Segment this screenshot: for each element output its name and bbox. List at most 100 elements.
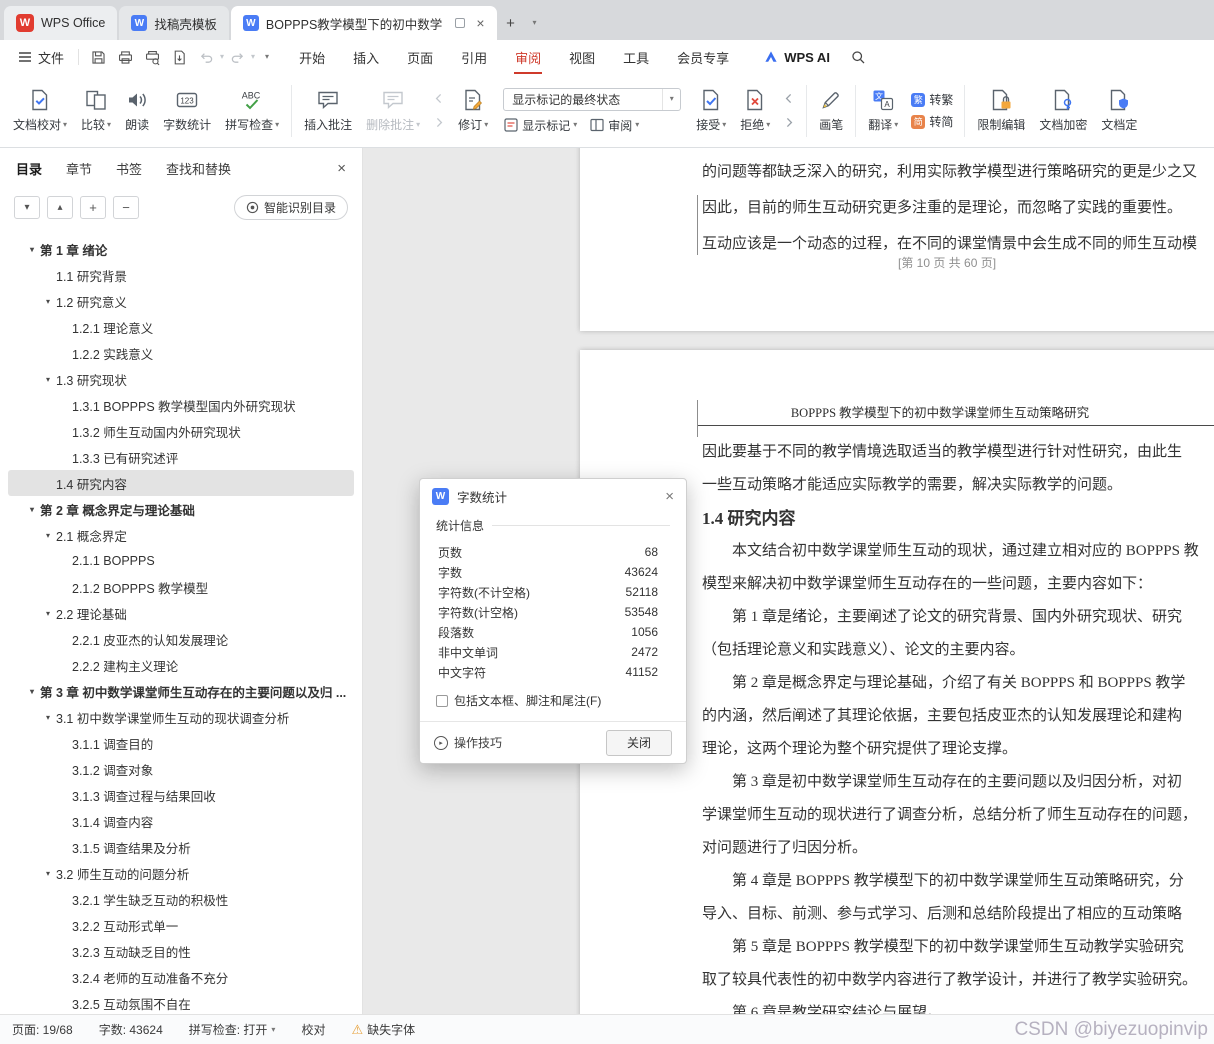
spell-check-button[interactable]: ABC 拼写检查 ▾ bbox=[218, 83, 286, 138]
more-commands-icon[interactable]: ▾ bbox=[265, 53, 269, 61]
export-pdf-button[interactable] bbox=[166, 45, 193, 69]
expand-all-button[interactable]: ▾ bbox=[14, 195, 40, 219]
sidebar-close-icon[interactable]: × bbox=[337, 160, 346, 177]
toc-item[interactable]: ▾ 3.1.3 调查过程与结果回收 bbox=[8, 782, 354, 808]
show-markup-button[interactable]: 显示标记 ▾ bbox=[503, 117, 577, 134]
read-aloud-button[interactable]: 朗读 bbox=[118, 83, 156, 138]
toc-item[interactable]: ▾ 1.1 研究背景 bbox=[8, 262, 354, 288]
tab-wps-home[interactable]: W WPS Office bbox=[4, 6, 118, 40]
encrypt-button[interactable]: 文档加密 bbox=[1032, 83, 1094, 138]
undo-button[interactable] bbox=[193, 45, 220, 69]
menu-tab[interactable]: 视图 bbox=[555, 40, 609, 74]
tab-current-doc[interactable]: W BOPPPS教学模型下的初中数学 × bbox=[230, 6, 497, 40]
toc-collapse-arrow-icon[interactable]: ▾ bbox=[40, 531, 56, 540]
menu-tab[interactable]: 审阅 bbox=[501, 40, 555, 74]
toc-collapse-arrow-icon[interactable]: ▾ bbox=[40, 869, 56, 878]
toc-item[interactable]: ▾ 1.3.3 已有研究述评 bbox=[8, 444, 354, 470]
missing-font-warning[interactable]: ⚠ 缺失字体 bbox=[351, 1021, 415, 1038]
toc-item[interactable]: ▾ 1.3.2 师生互动国内外研究现状 bbox=[8, 418, 354, 444]
file-menu-button[interactable]: 文件 bbox=[10, 48, 72, 67]
redo-dropdown-icon[interactable]: ▾ bbox=[251, 53, 255, 61]
page-indicator[interactable]: 页面: 19/68 bbox=[12, 1021, 73, 1038]
toc-item[interactable]: ▾ 2.1 概念界定 bbox=[8, 522, 354, 548]
reject-button[interactable]: 拒绝 ▾ bbox=[733, 83, 777, 138]
sidebar-tab[interactable]: 章节 bbox=[66, 159, 92, 178]
toc-item[interactable]: ▾ 1.2.1 理论意义 bbox=[8, 314, 354, 340]
next-change-button[interactable] bbox=[780, 115, 798, 130]
toc-collapse-arrow-icon[interactable]: ▾ bbox=[40, 375, 56, 384]
menu-tab[interactable]: 开始 bbox=[285, 40, 339, 74]
close-button[interactable]: 关闭 bbox=[606, 729, 672, 756]
to-traditional-button[interactable]: 繁 转繁 bbox=[911, 91, 953, 108]
menu-tab[interactable]: 会员专享 bbox=[663, 40, 743, 74]
spellcheck-toggle[interactable]: 拼写检查: 打开 ▾ bbox=[189, 1021, 276, 1038]
doc-custom-button[interactable]: 文档定 bbox=[1094, 83, 1144, 138]
tab-close-icon[interactable]: × bbox=[476, 16, 484, 30]
toc-item[interactable]: ▾ 2.2.1 皮亚杰的认知发展理论 bbox=[8, 626, 354, 652]
save-button[interactable] bbox=[85, 45, 112, 69]
sidebar-tab[interactable]: 查找和替换 bbox=[166, 159, 231, 178]
next-comment-button[interactable] bbox=[430, 115, 448, 130]
markup-state-select[interactable]: 显示标记的最终状态 ▾ bbox=[503, 87, 682, 111]
proofread-button[interactable]: 文档校对 ▾ bbox=[6, 83, 74, 138]
menu-tab[interactable]: 页面 bbox=[393, 40, 447, 74]
toc-collapse-arrow-icon[interactable]: ▾ bbox=[40, 297, 56, 306]
dialog-close-icon[interactable]: × bbox=[665, 488, 674, 505]
redo-button[interactable] bbox=[224, 45, 251, 69]
toc-collapse-arrow-icon[interactable]: ▾ bbox=[40, 713, 56, 722]
search-button[interactable] bbox=[846, 45, 872, 69]
translate-button[interactable]: 文A 翻译 ▾ bbox=[861, 83, 905, 138]
toc-item[interactable]: ▾ 3.1.5 调查结果及分析 bbox=[8, 834, 354, 860]
toc-item[interactable]: ▾ 3.1.4 调查内容 bbox=[8, 808, 354, 834]
toc-item[interactable]: ▾ 3.2 师生互动的问题分析 bbox=[8, 860, 354, 886]
toc-item[interactable]: ▾ 第 3 章 初中数学课堂师生互动存在的主要问题以及归 ... bbox=[8, 678, 354, 704]
tab-pin-icon[interactable] bbox=[455, 18, 466, 28]
proofread-status-button[interactable]: 校对 bbox=[301, 1021, 325, 1038]
increase-level-button[interactable]: + bbox=[80, 195, 106, 219]
toc-item[interactable]: ▾ 2.1.2 BOPPPS 教学模型 bbox=[8, 574, 354, 600]
toc-item[interactable]: ▾ 1.2.2 实践意义 bbox=[8, 340, 354, 366]
compare-button[interactable]: 比较 ▾ bbox=[74, 83, 118, 138]
review-pane-button[interactable]: 审阅 ▾ bbox=[589, 117, 639, 134]
sidebar-tab[interactable]: 书签 bbox=[116, 159, 142, 178]
restrict-edit-button[interactable]: 限制编辑 bbox=[970, 83, 1032, 138]
toc-collapse-arrow-icon[interactable]: ▾ bbox=[24, 687, 40, 696]
collapse-all-button[interactable]: ▴ bbox=[47, 195, 73, 219]
toc-item[interactable]: ▾ 3.2.2 互动形式单一 bbox=[8, 912, 354, 938]
toc-item[interactable]: ▾ 3.2.5 互动氛围不自在 bbox=[8, 990, 354, 1014]
tab-list-dropdown-icon[interactable]: ▾ bbox=[523, 10, 547, 36]
sidebar-tab[interactable]: 目录 bbox=[16, 159, 42, 178]
toc-item[interactable]: ▾ 第 1 章 绪论 bbox=[8, 236, 354, 262]
new-tab-button[interactable]: + bbox=[499, 10, 523, 36]
toc-item[interactable]: ▾ 3.1 初中数学课堂师生互动的现状调查分析 bbox=[8, 704, 354, 730]
toc-collapse-arrow-icon[interactable]: ▾ bbox=[24, 505, 40, 514]
word-count-indicator[interactable]: 字数: 43624 bbox=[99, 1021, 163, 1038]
toc-item[interactable]: ▾ 3.2.1 学生缺乏互动的积极性 bbox=[8, 886, 354, 912]
toc-item[interactable]: ▾ 3.2.4 老师的互动准备不充分 bbox=[8, 964, 354, 990]
insert-comment-button[interactable]: 插入批注 bbox=[297, 83, 359, 138]
wps-ai-button[interactable]: WPS AI bbox=[763, 49, 830, 65]
word-count-button[interactable]: 123 字数统计 bbox=[156, 83, 218, 138]
tab-template-doc[interactable]: W 找稿壳模板 bbox=[119, 6, 229, 40]
toc-item[interactable]: ▾ 2.2 理论基础 bbox=[8, 600, 354, 626]
toc-item[interactable]: ▾ 3.1.2 调查对象 bbox=[8, 756, 354, 782]
toc-item[interactable]: ▾ 2.2.2 建构主义理论 bbox=[8, 652, 354, 678]
toc-item[interactable]: ▾ 1.2 研究意义 bbox=[8, 288, 354, 314]
print-button[interactable] bbox=[112, 45, 139, 69]
track-changes-button[interactable]: 修订 ▾ bbox=[451, 83, 495, 138]
document-page-10[interactable]: 的问题等都缺乏深入的研究，利用实际教学模型进行策略研究的更是少之又 因此，目前的师… bbox=[580, 148, 1214, 331]
toc-item[interactable]: ▾ 第 2 章 概念界定与理论基础 bbox=[8, 496, 354, 522]
toc-item[interactable]: ▾ 2.1.1 BOPPPS bbox=[8, 548, 354, 574]
toc-item[interactable]: ▾ 1.3 研究现状 bbox=[8, 366, 354, 392]
to-simplified-button[interactable]: 简 转简 bbox=[911, 113, 953, 130]
decrease-level-button[interactable]: − bbox=[113, 195, 139, 219]
delete-comment-button[interactable]: 删除批注 ▾ bbox=[359, 83, 427, 138]
previous-change-button[interactable] bbox=[780, 91, 798, 106]
toc-collapse-arrow-icon[interactable]: ▾ bbox=[24, 245, 40, 254]
tips-link[interactable]: ▸ 操作技巧 bbox=[434, 734, 502, 751]
accept-button[interactable]: 接受 ▾ bbox=[689, 83, 733, 138]
print-preview-button[interactable] bbox=[139, 45, 166, 69]
menu-tab[interactable]: 工具 bbox=[609, 40, 663, 74]
menu-tab[interactable]: 引用 bbox=[447, 40, 501, 74]
toc-item[interactable]: ▾ 1.3.1 BOPPPS 教学模型国内外研究现状 bbox=[8, 392, 354, 418]
